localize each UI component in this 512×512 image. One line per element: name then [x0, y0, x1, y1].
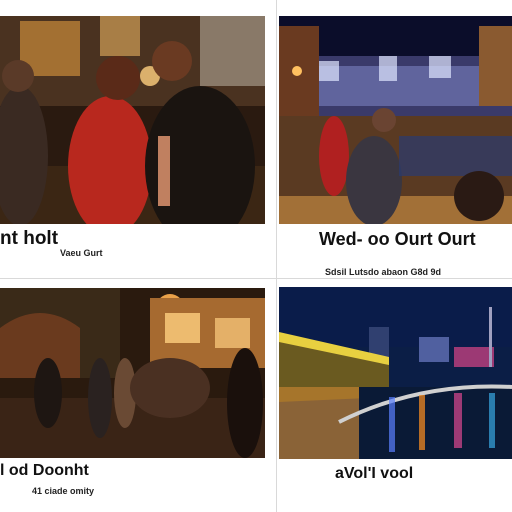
panel-caption: aVol'I vool: [335, 465, 414, 482]
panel-top-left: nt holt Vaeu Gurt: [0, 0, 276, 278]
photo-waterfront-night: [279, 287, 512, 459]
panel-caption: nt holt: [0, 228, 59, 249]
panel-top-right: Wed- oo Ourt Ourt Sdsil Lutsdo abaon G8d…: [277, 0, 512, 278]
panel-caption: l od Doonht: [0, 462, 89, 479]
panel-subcaption: Vaeu Gurt: [60, 248, 103, 258]
photo-plaza-market-night: [279, 16, 512, 224]
panel-bottom-right: aVol'I vool: [277, 279, 512, 512]
panel-bottom-left: l od Doonht 41 ciade omity: [0, 279, 276, 512]
panel-subcaption: Sdsil Lutsdo abaon G8d 9d: [325, 267, 442, 277]
panel-caption: Wed- oo Ourt Ourt: [319, 229, 476, 249]
photo-crowd-street-night: [0, 16, 265, 224]
grid-divider-vertical: [276, 0, 277, 512]
panel-subcaption: 41 ciade omity: [32, 486, 95, 496]
grid-divider-horizontal: [0, 278, 512, 279]
photo-street-festival-night: [0, 288, 265, 458]
